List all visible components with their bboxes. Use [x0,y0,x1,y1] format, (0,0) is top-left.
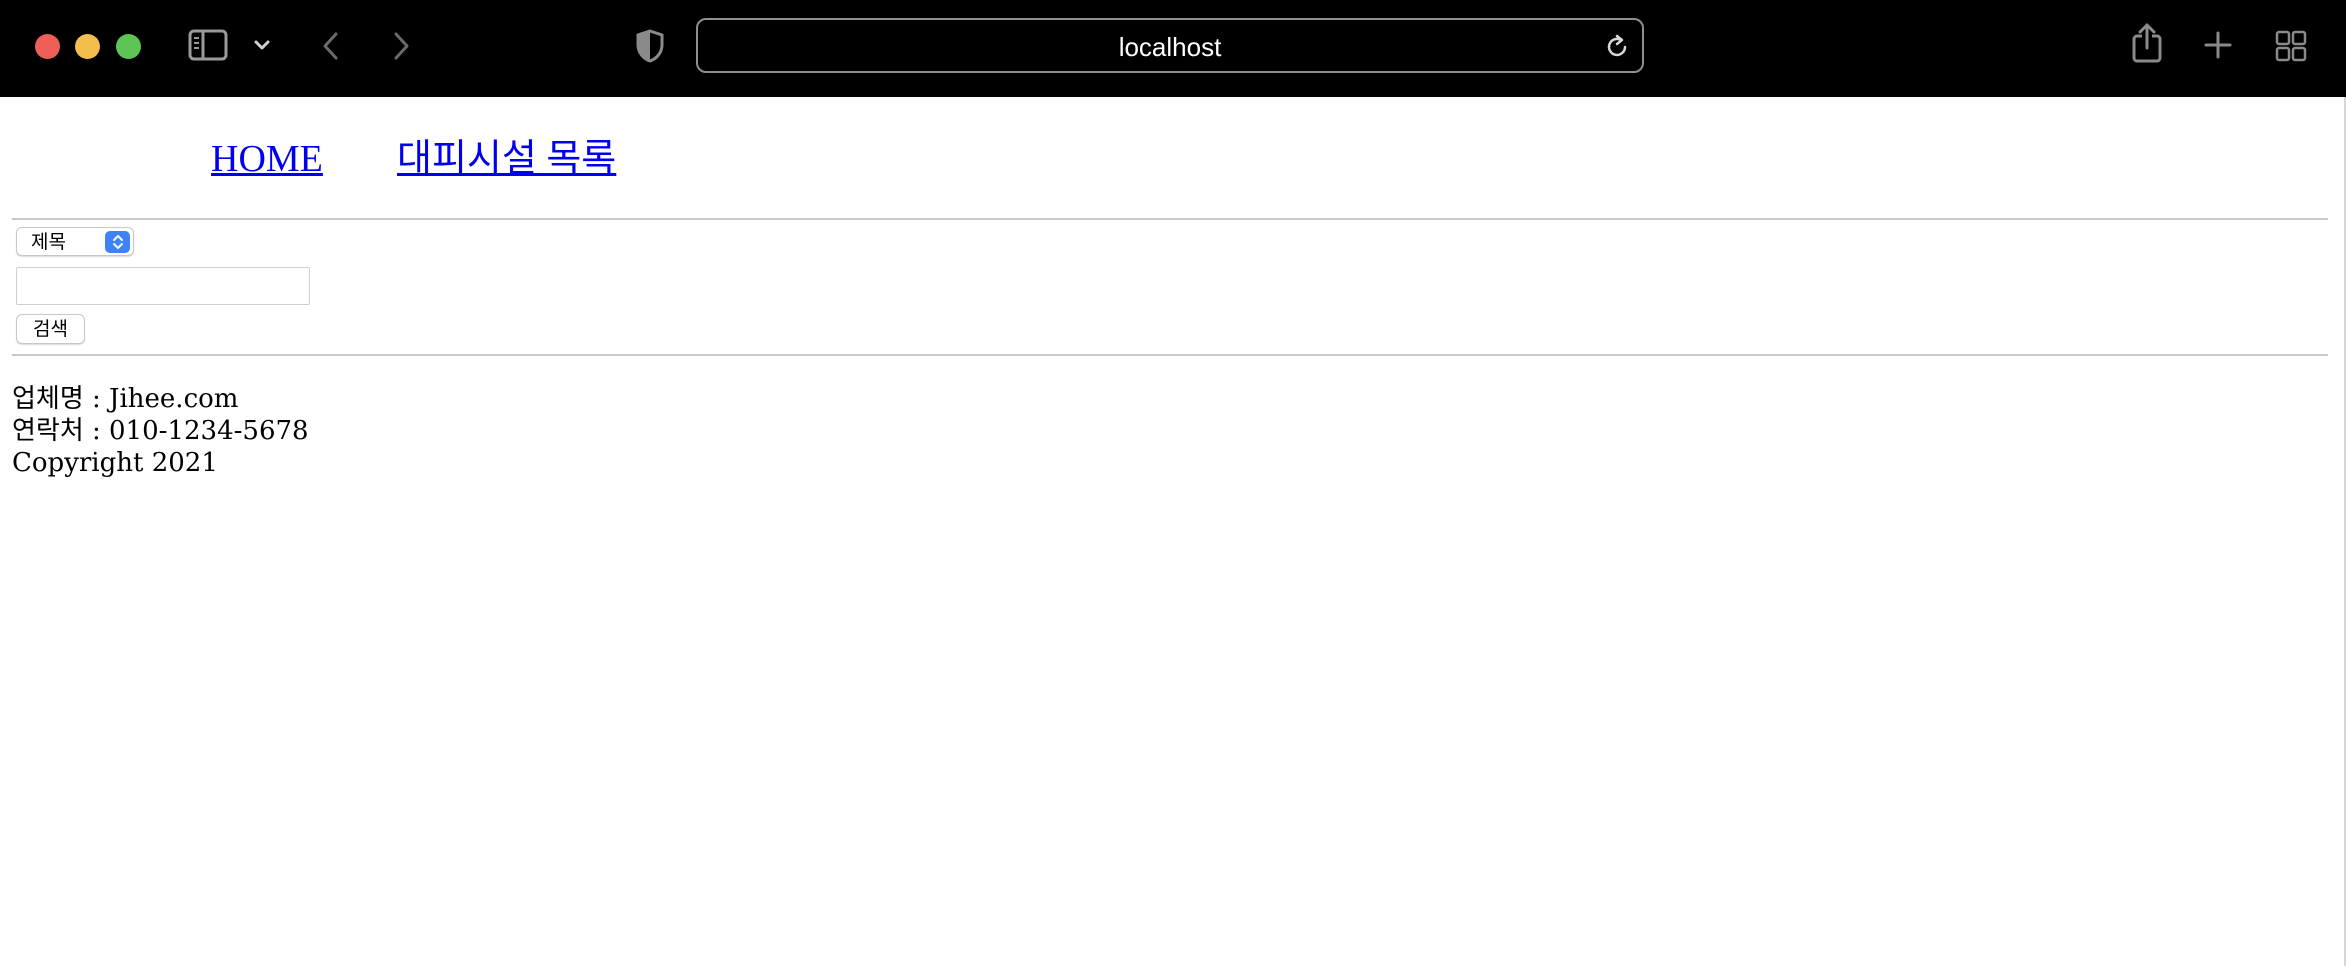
divider [12,354,2328,356]
zoom-window-button[interactable] [116,34,141,59]
address-bar[interactable]: localhost [696,18,1644,73]
select-arrows-icon [105,231,130,253]
url-text: localhost [1118,32,1222,62]
grid-icon[interactable] [2274,29,2308,63]
minimize-window-button[interactable] [75,34,100,59]
nav-link-shelter-list[interactable]: 대피시설 목록 [397,137,616,181]
sidebar-icon[interactable] [188,29,230,62]
close-window-button[interactable] [35,34,60,59]
search-button[interactable]: 검색 [16,314,85,344]
plus-icon[interactable] [2202,28,2234,62]
browser-toolbar: localhost [0,0,2346,97]
search-input[interactable] [16,267,310,305]
company-name: 업체명 : Jihee.com [12,384,239,414]
copyright-text: Copyright 2021 [12,448,218,478]
divider [12,218,2328,220]
chevron-down-icon[interactable] [252,34,272,56]
contact-number: 연락처 : 010-1234-5678 [12,416,309,446]
shield-icon[interactable] [634,28,666,64]
share-icon[interactable] [2130,22,2164,64]
chevron-left-icon[interactable] [316,28,346,64]
nav-link-home[interactable]: HOME [211,137,323,181]
search-field-select[interactable]: 제목 [16,227,134,256]
web-page: HOME 대피시설 목록 제목 검색 업체명 : Jihee.com 연락처 :… [0,97,2346,966]
chevron-right-icon[interactable] [386,28,416,64]
footer: 업체명 : Jihee.com 연락처 : 010-1234-5678 Copy… [12,383,309,479]
select-value: 제목 [31,231,66,253]
reload-icon[interactable] [1604,34,1630,60]
